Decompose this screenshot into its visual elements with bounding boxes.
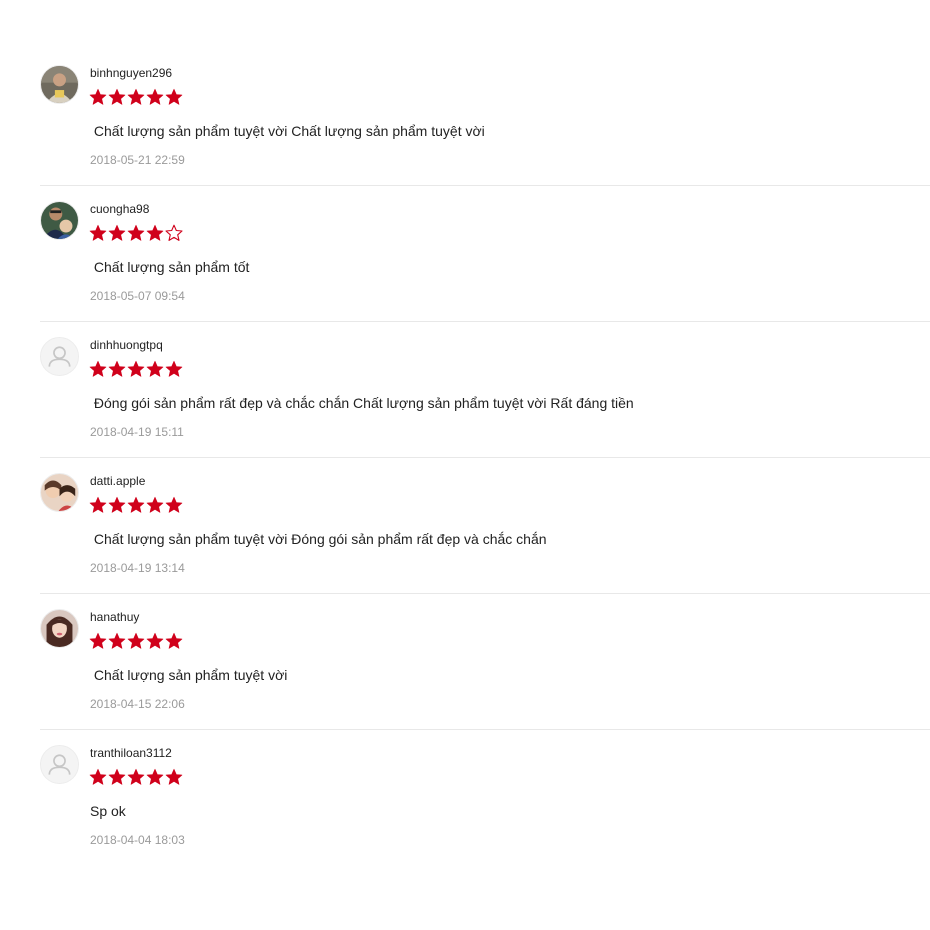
- review-timestamp: 2018-05-21 22:59: [90, 153, 185, 167]
- review-comment: Đóng gói sản phẩm rất đẹp và chắc chắn C…: [90, 395, 634, 411]
- user-photo-icon: [41, 66, 78, 103]
- avatar[interactable]: [40, 201, 79, 240]
- star-filled-icon: [108, 632, 126, 650]
- star-filled-icon: [165, 88, 183, 106]
- review-timestamp: 2018-05-07 09:54: [90, 289, 185, 303]
- star-filled-icon: [108, 224, 126, 242]
- review-comment: Chất lượng sản phẩm tốt: [90, 259, 250, 275]
- review-username[interactable]: cuongha98: [90, 202, 149, 216]
- default-user-icon: [41, 338, 78, 375]
- avatar[interactable]: [40, 337, 79, 376]
- review-username[interactable]: dinhhuongtpq: [90, 338, 163, 352]
- star-filled-icon: [146, 632, 164, 650]
- star-filled-icon: [89, 632, 107, 650]
- rating-stars: [89, 632, 183, 650]
- review-username[interactable]: binhnguyen296: [90, 66, 172, 80]
- default-user-icon: [41, 746, 78, 783]
- review-item: binhnguyen296 Chất lượng sản phẩm tuyệt …: [40, 50, 930, 186]
- star-empty-icon: [165, 224, 183, 242]
- review-comment: Chất lượng sản phẩm tuyệt vời Đóng gói s…: [90, 531, 547, 547]
- star-filled-icon: [108, 360, 126, 378]
- star-filled-icon: [165, 768, 183, 786]
- review-username[interactable]: hanathuy: [90, 610, 139, 624]
- rating-stars: [89, 224, 183, 242]
- star-filled-icon: [89, 224, 107, 242]
- review-item: cuongha98 Chất lượng sản phẩm tốt 2018-0…: [40, 186, 930, 322]
- star-filled-icon: [127, 768, 145, 786]
- review-item: hanathuy Chất lượng sản phẩm tuyệt vời 2…: [40, 594, 930, 730]
- star-filled-icon: [89, 496, 107, 514]
- review-comment: Sp ok: [90, 803, 126, 819]
- rating-stars: [89, 768, 183, 786]
- review-timestamp: 2018-04-04 18:03: [90, 833, 185, 847]
- star-filled-icon: [127, 88, 145, 106]
- review-comment: Chất lượng sản phẩm tuyệt vời Chất lượng…: [90, 123, 485, 139]
- review-item: dinhhuongtpq Đóng gói sản phẩm rất đẹp v…: [40, 322, 930, 458]
- star-filled-icon: [146, 224, 164, 242]
- star-filled-icon: [127, 224, 145, 242]
- star-filled-icon: [89, 360, 107, 378]
- star-filled-icon: [89, 768, 107, 786]
- star-filled-icon: [127, 632, 145, 650]
- review-timestamp: 2018-04-19 15:11: [90, 425, 184, 439]
- review-item: tranthiloan3112 Sp ok 2018-04-04 18:03: [40, 730, 930, 866]
- star-filled-icon: [89, 88, 107, 106]
- review-username[interactable]: tranthiloan3112: [90, 746, 172, 760]
- review-comment: Chất lượng sản phẩm tuyệt vời: [90, 667, 288, 683]
- review-item: datti.apple Chất lượng sản phẩm tuyệt vờ…: [40, 458, 930, 594]
- star-filled-icon: [165, 632, 183, 650]
- star-filled-icon: [146, 496, 164, 514]
- star-filled-icon: [146, 88, 164, 106]
- avatar[interactable]: [40, 609, 79, 648]
- star-filled-icon: [108, 88, 126, 106]
- star-filled-icon: [127, 496, 145, 514]
- user-photo-icon: [41, 610, 78, 647]
- rating-stars: [89, 496, 183, 514]
- rating-stars: [89, 360, 183, 378]
- user-photo-icon: [41, 202, 78, 239]
- star-filled-icon: [108, 768, 126, 786]
- avatar[interactable]: [40, 65, 79, 104]
- user-photo-icon: [41, 474, 78, 511]
- star-filled-icon: [146, 360, 164, 378]
- star-filled-icon: [165, 496, 183, 514]
- avatar[interactable]: [40, 745, 79, 784]
- star-filled-icon: [108, 496, 126, 514]
- rating-stars: [89, 88, 183, 106]
- review-username[interactable]: datti.apple: [90, 474, 145, 488]
- review-list: binhnguyen296 Chất lượng sản phẩm tuyệt …: [40, 50, 930, 866]
- review-timestamp: 2018-04-19 13:14: [90, 561, 185, 575]
- avatar[interactable]: [40, 473, 79, 512]
- review-timestamp: 2018-04-15 22:06: [90, 697, 185, 711]
- star-filled-icon: [165, 360, 183, 378]
- star-filled-icon: [146, 768, 164, 786]
- star-filled-icon: [127, 360, 145, 378]
